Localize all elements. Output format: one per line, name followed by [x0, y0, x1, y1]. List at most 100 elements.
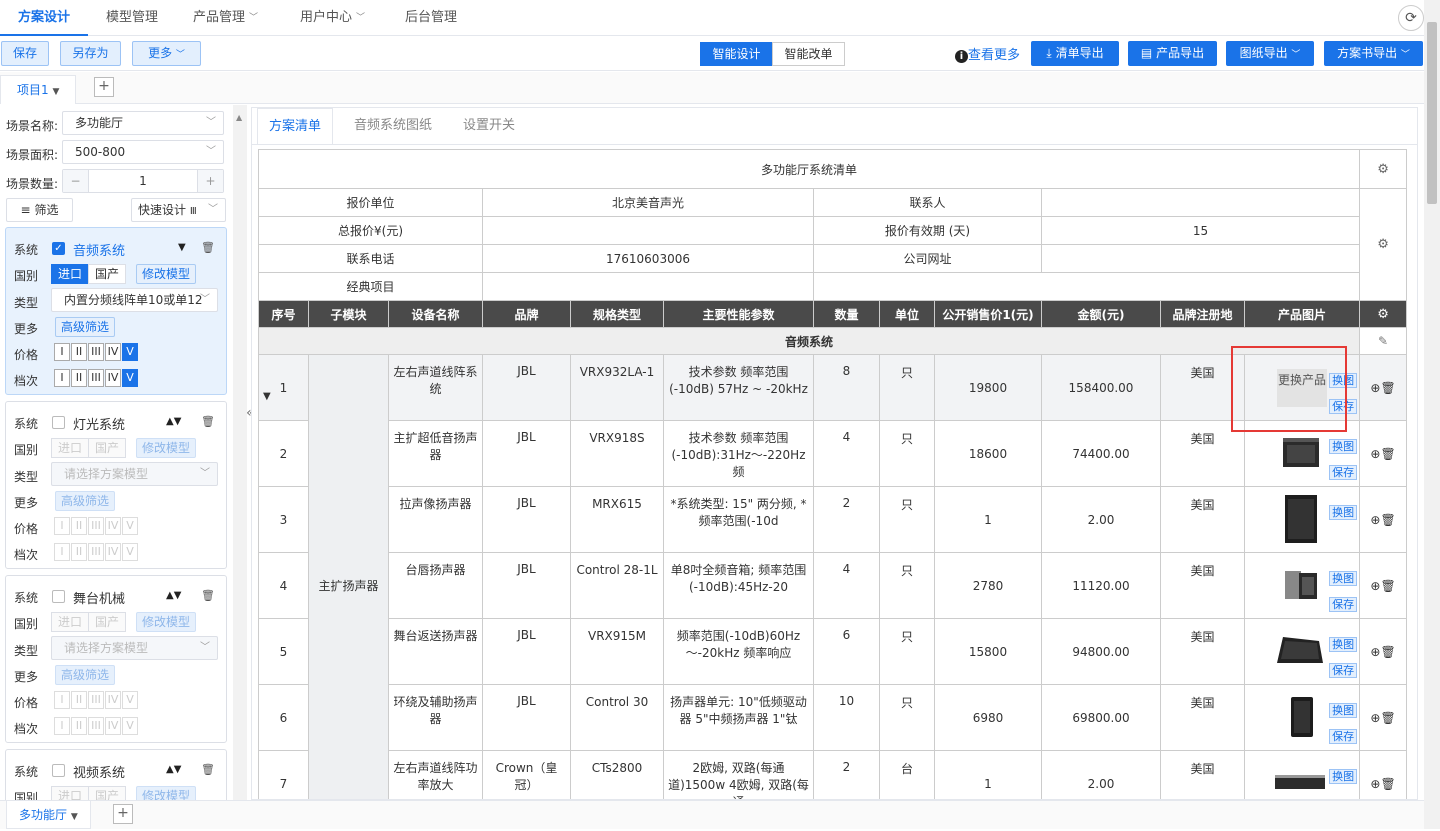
origin-import-button[interactable]: 进口 [51, 786, 89, 800]
quantity[interactable]: 2 [813, 750, 880, 799]
grade-level-3[interactable]: III [88, 717, 104, 735]
table-row[interactable]: 6 环绕及辅助扬声器 JBL Control 30 扬声器单元: 10"低频驱动… [258, 684, 1408, 751]
export-product-button[interactable]: ▤ 产品导出 [1128, 41, 1217, 66]
caret-down-icon[interactable]: ▼ [263, 391, 271, 402]
nav-item-model-management[interactable]: 模型管理 [106, 0, 158, 36]
decrement-button[interactable]: − [63, 170, 89, 192]
nav-item-scheme-design[interactable]: 方案设计 [0, 0, 88, 36]
sort-arrows-icon[interactable]: ▲▼ [166, 590, 181, 601]
swap-image-button[interactable]: 换图 [1329, 769, 1358, 784]
gear-icon[interactable]: ⚙ [1377, 237, 1389, 252]
table-row[interactable]: 3 拉声像扬声器 JBL MRX615 *系统类型: 15" 两分频, *频率范… [258, 486, 1408, 553]
info-value[interactable] [482, 272, 814, 301]
export-list-button[interactable]: ⤓ 清单导出 [1031, 41, 1119, 66]
trash-icon[interactable]: 🗑 [1380, 381, 1395, 395]
advanced-filter-button[interactable]: 高级筛选 [55, 491, 116, 511]
info-value[interactable] [1040, 188, 1361, 217]
grade-level-2[interactable]: II [71, 369, 87, 387]
gear-icon[interactable]: ⚙ [1377, 307, 1389, 322]
plus-circle-icon[interactable]: ⊕ [1370, 447, 1380, 461]
mode-smart-design[interactable]: 智能设计 [700, 42, 773, 66]
filter-button[interactable]: ≡ 筛选 [6, 198, 73, 222]
export-drawing-button[interactable]: 图纸导出 ﹀ [1226, 41, 1314, 66]
quantity[interactable]: 8 [813, 354, 880, 421]
more-button[interactable]: 更多 ﹀ [132, 41, 201, 66]
grade-level-1[interactable]: I [54, 543, 70, 561]
price[interactable]: 1 [934, 750, 1042, 799]
table-row[interactable]: 4 台唇扬声器 JBL Control 28-1L 单8吋全频音箱; 频率范围(… [258, 552, 1408, 619]
origin-domestic-button[interactable]: 国产 [88, 786, 126, 800]
edit-icon[interactable]: ✎ [1378, 334, 1388, 348]
edit-model-button[interactable]: 修改模型 [136, 438, 197, 458]
grade-level-2[interactable]: II [71, 717, 87, 735]
price[interactable]: 2780 [934, 552, 1042, 619]
trash-icon[interactable]: 🗑 [1380, 711, 1395, 725]
swap-image-button[interactable]: 换图 [1329, 703, 1358, 718]
price-level-3[interactable]: III [88, 517, 104, 535]
price-level-1[interactable]: I [54, 343, 70, 361]
trash-icon[interactable]: 🗑 [201, 763, 215, 776]
swap-image-button[interactable]: 换图 [1329, 571, 1358, 586]
info-value[interactable] [812, 272, 1361, 301]
info-value[interactable] [482, 216, 814, 245]
save-image-button[interactable]: 保存 [1329, 729, 1358, 744]
edit-model-button[interactable]: 修改模型 [136, 264, 197, 284]
tab-scene-multifunction-hall[interactable]: 多功能厅 ▼ [6, 801, 91, 829]
price-level-1[interactable]: I [54, 517, 70, 535]
origin-domestic-button[interactable]: 国产 [88, 264, 126, 284]
price-level-1[interactable]: I [54, 691, 70, 709]
plus-circle-icon[interactable]: ⊕ [1370, 777, 1380, 791]
type-select[interactable]: 内置分频线阵单10或单12 ﹀ [51, 288, 218, 312]
grade-level-3[interactable]: III [88, 543, 104, 561]
origin-import-button[interactable]: 进口 [51, 612, 89, 632]
nav-item-admin[interactable]: 后台管理 [405, 0, 457, 36]
info-value[interactable] [1040, 244, 1361, 273]
swap-image-button[interactable]: 换图 [1329, 439, 1358, 454]
info-value[interactable]: 北京美音声光 [482, 188, 814, 217]
price-level-5[interactable]: V [122, 691, 138, 709]
sort-arrows-icon[interactable]: ▲▼ [166, 416, 181, 427]
grade-level-4[interactable]: IV [105, 717, 121, 735]
plus-circle-icon[interactable]: ⊕ [1370, 579, 1380, 593]
grade-level-5[interactable]: V [122, 543, 138, 561]
price-level-4[interactable]: IV [105, 517, 121, 535]
price-level-3[interactable]: III [88, 691, 104, 709]
price[interactable]: 15800 [934, 618, 1042, 685]
caret-down-icon[interactable]: ▼ [178, 242, 186, 253]
save-as-button[interactable]: 另存为 [60, 41, 121, 66]
price-level-2[interactable]: II [71, 517, 87, 535]
grade-level-4[interactable]: IV [105, 543, 121, 561]
advanced-filter-button[interactable]: 高级筛选 [55, 665, 116, 685]
gear-icon[interactable]: ⚙ [1377, 162, 1389, 177]
page-scrollbar-thumb[interactable] [1427, 22, 1437, 204]
price-level-5[interactable]: V [122, 343, 138, 361]
quantity[interactable]: 2 [813, 486, 880, 553]
grade-level-5[interactable]: V [122, 369, 138, 387]
info-value[interactable]: 15 [1040, 216, 1361, 245]
grade-level-3[interactable]: III [88, 369, 104, 387]
price-level-4[interactable]: IV [105, 691, 121, 709]
price-level-4[interactable]: IV [105, 343, 121, 361]
plus-circle-icon[interactable]: ⊕ [1370, 513, 1380, 527]
scene-name-select[interactable]: 多功能厅 ﹀ [62, 111, 224, 135]
info-value[interactable]: 17610603006 [482, 244, 814, 273]
tab-scheme-list[interactable]: 方案清单 [257, 108, 333, 144]
trash-icon[interactable]: 🗑 [201, 589, 215, 602]
grade-level-4[interactable]: IV [105, 369, 121, 387]
price[interactable]: 6980 [934, 684, 1042, 751]
system-checkbox[interactable]: ✓ [52, 242, 65, 255]
view-more-link[interactable]: i 查看更多 [955, 44, 1020, 63]
origin-import-button[interactable]: 进口 [51, 264, 89, 284]
trash-icon[interactable]: 🗑 [1380, 645, 1395, 659]
quantity[interactable]: 10 [813, 684, 880, 751]
origin-domestic-button[interactable]: 国产 [88, 612, 126, 632]
table-row[interactable]: 7 左右声道线阵功率放大 Crown（皇冠） CTs2800 2欧姆, 双路(每… [258, 750, 1408, 799]
price[interactable]: 18600 [934, 420, 1042, 487]
left-panel-scrollbar[interactable]: ▲ [233, 105, 247, 800]
save-image-button[interactable]: 保存 [1329, 597, 1358, 612]
table-row[interactable]: 5 舞台返送扬声器 JBL VRX915M 频率范围(-10dB)60Hz～-2… [258, 618, 1408, 685]
trash-icon[interactable]: 🗑 [1380, 513, 1395, 527]
price[interactable]: 1 [934, 486, 1042, 553]
origin-domestic-button[interactable]: 国产 [88, 438, 126, 458]
type-select[interactable]: 请选择方案模型 ﹀ [51, 462, 218, 486]
